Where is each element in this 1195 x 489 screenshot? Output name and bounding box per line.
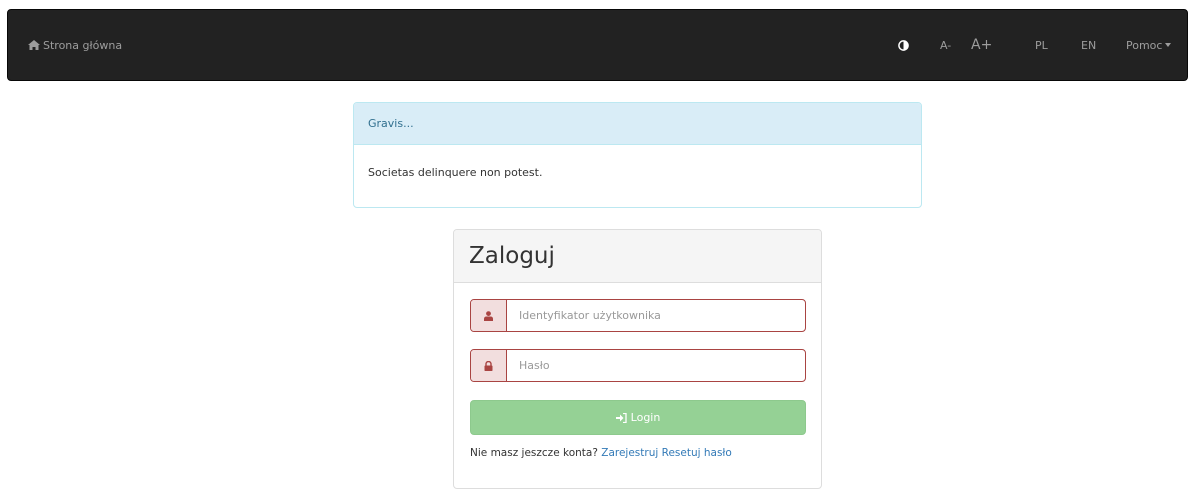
help-dropdown-label: Pomoc — [1126, 38, 1163, 52]
login-button[interactable]: Login — [470, 400, 806, 435]
caret-down-icon — [1165, 43, 1172, 47]
contrast-toggle[interactable] — [898, 10, 909, 80]
password-input[interactable] — [507, 350, 805, 381]
contrast-icon — [898, 39, 909, 51]
home-icon — [28, 40, 40, 50]
user-icon — [484, 310, 493, 321]
login-icon — [615, 412, 627, 423]
alert-title: Gravis... — [354, 103, 921, 145]
username-input[interactable] — [507, 300, 805, 331]
language-en-button[interactable]: EN — [1081, 10, 1096, 80]
font-increase-button[interactable]: A+ — [971, 10, 992, 80]
lock-icon — [484, 360, 493, 371]
info-alert: Gravis... Societas delinquere non potest… — [353, 102, 922, 208]
username-addon — [471, 300, 507, 331]
login-button-label: Login — [630, 411, 661, 424]
home-link[interactable]: Strona główna — [28, 10, 122, 80]
password-group — [470, 349, 806, 382]
font-decrease-button[interactable]: A- — [940, 10, 951, 80]
language-pl-button[interactable]: PL — [1035, 10, 1048, 80]
reset-password-link[interactable]: Resetuj hasło — [662, 447, 732, 459]
top-navbar: Strona główna A- A+ PL EN Pomoc — [7, 9, 1188, 81]
help-dropdown[interactable]: Pomoc — [1126, 10, 1172, 80]
account-links: Nie masz jeszcze konta? Zarejestruj Rese… — [470, 447, 732, 459]
username-group — [470, 299, 806, 332]
login-title: Zaloguj — [454, 230, 821, 283]
no-account-text: Nie masz jeszcze konta? — [470, 447, 598, 459]
password-addon — [471, 350, 507, 381]
login-panel: Zaloguj Login Nie masz jeszcze konta? Za… — [453, 229, 822, 489]
home-link-label: Strona główna — [43, 38, 123, 52]
register-link[interactable]: Zarejestruj — [601, 447, 658, 459]
alert-message: Societas delinquere non potest. — [368, 166, 543, 179]
